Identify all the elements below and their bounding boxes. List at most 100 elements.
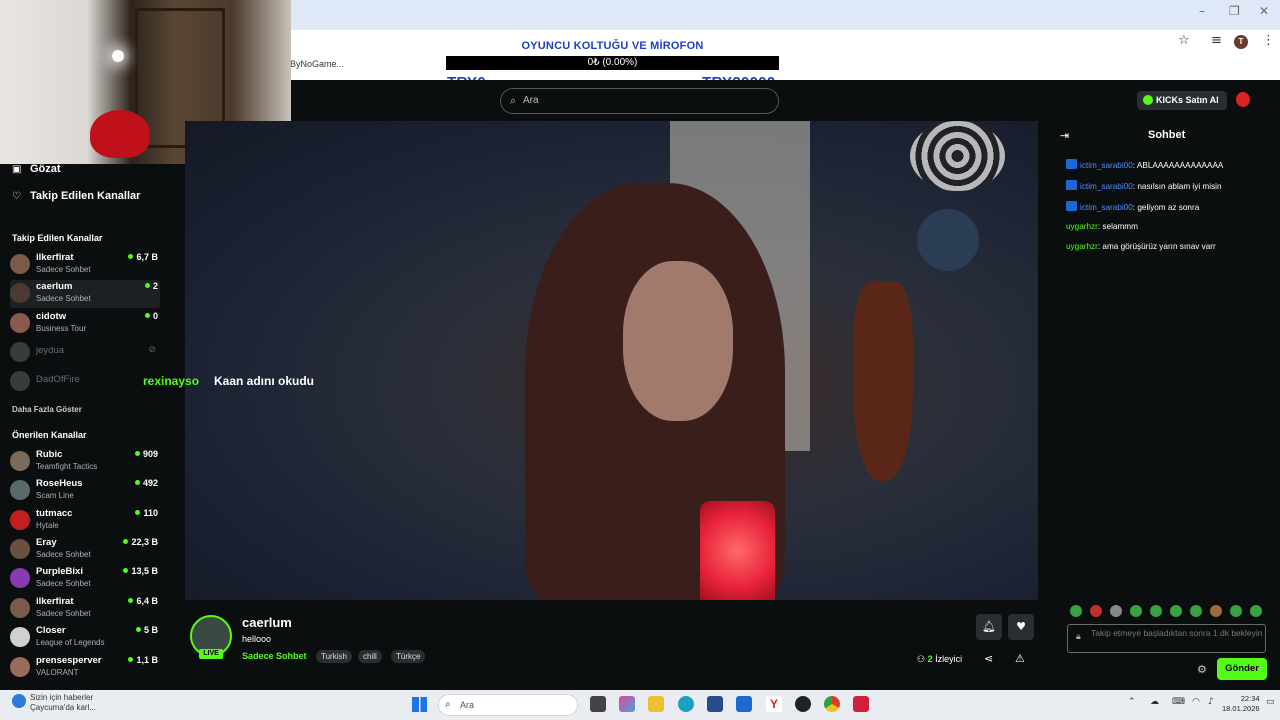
- volume-icon[interactable]: ♪: [1208, 697, 1214, 707]
- news-widget[interactable]: Sizin için haberler Çaycuma'da karl...: [30, 693, 96, 713]
- avatar: [10, 254, 30, 274]
- emote-icon[interactable]: [1190, 605, 1202, 617]
- tray-chevron-icon[interactable]: ⌃: [1128, 697, 1136, 707]
- viewer-count-display: ⚇ 2 İzleyici: [917, 654, 962, 665]
- avatar: [10, 371, 30, 391]
- emote-icon[interactable]: [1170, 605, 1182, 617]
- recommended-channel-ilkerfirat[interactable]: ilkerfirat Sadece Sohbet 6,4 B: [10, 595, 160, 623]
- stream-tag[interactable]: Türkçe: [391, 650, 426, 663]
- search-input[interactable]: ⌕ Ara: [500, 88, 779, 114]
- app-icon[interactable]: [795, 696, 811, 712]
- recommended-channel-eray[interactable]: Eray Sadece Sohbet 22,3 B: [10, 536, 160, 564]
- viewer-count: 110: [135, 508, 158, 518]
- live-badge: LIVE: [199, 649, 223, 659]
- outlook-icon[interactable]: [736, 696, 752, 712]
- emote-icon[interactable]: [1090, 605, 1102, 617]
- channel-name: RoseHeus: [36, 478, 83, 489]
- chat-username[interactable]: ictim_sarabi00: [1080, 203, 1133, 212]
- followed-channel-ilkerfirat[interactable]: ilkerfirat Sadece Sohbet 6,7 B: [10, 251, 160, 279]
- browser-profile-avatar[interactable]: T: [1234, 35, 1248, 49]
- video-wall-clock: [917, 209, 979, 271]
- chat-input[interactable]: 🔒︎ Takip etmeye başladıktan sonra 1 dk b…: [1067, 624, 1266, 653]
- edge-browser-icon[interactable]: [678, 696, 694, 712]
- weather-widget-icon[interactable]: [12, 694, 26, 708]
- chat-title: Sohbet: [1148, 129, 1186, 141]
- gear-icon[interactable]: ⚙: [1197, 663, 1207, 676]
- recommended-channel-tutmacc[interactable]: tutmacc Hytale 110: [10, 507, 160, 535]
- chat-text: nasılsın ablam iyi misin: [1137, 182, 1222, 191]
- emote-icon[interactable]: [1230, 605, 1242, 617]
- recommended-channel-roseheus[interactable]: RoseHeus Scam Line 492: [10, 477, 160, 505]
- recommended-channel-rubic[interactable]: Rubic Teamfight Tactics 909: [10, 448, 160, 476]
- recommended-channel-purplebixi[interactable]: PurpleBixi Sadece Sohbet 13,5 B: [10, 565, 160, 593]
- taskbar-search-placeholder: Ara: [460, 700, 475, 710]
- video-player[interactable]: [185, 121, 1038, 600]
- collapse-chat-icon[interactable]: ⇥: [1060, 129, 1069, 142]
- chat-message: uygarhzr: selammm: [1066, 222, 1138, 231]
- chat-username[interactable]: uygarhzr: [1066, 222, 1098, 231]
- star-icon[interactable]: ☆: [1178, 33, 1190, 48]
- minimize-window-button[interactable]: –: [1199, 4, 1205, 18]
- taskbar-search-input[interactable]: ⌕ Ara: [438, 694, 578, 716]
- followed-channel-cidotw[interactable]: cidotw Business Tour 0: [10, 310, 160, 338]
- emote-icon[interactable]: [1250, 605, 1262, 617]
- chrome-icon[interactable]: [824, 696, 840, 712]
- offline-icon: ⊘: [148, 345, 156, 355]
- follow-heart-button[interactable]: ♥: [1008, 614, 1034, 640]
- send-button[interactable]: Gönder: [1217, 658, 1267, 680]
- task-view-icon[interactable]: [590, 696, 606, 712]
- channel-category: Sadece Sohbet: [36, 579, 91, 588]
- app-icon[interactable]: [853, 696, 869, 712]
- emote-icon[interactable]: [1210, 605, 1222, 617]
- notifications-icon[interactable]: ▭: [1266, 697, 1275, 707]
- report-warning-icon[interactable]: ⚠: [1015, 652, 1025, 665]
- followed-channel-caerlum[interactable]: caerlum Sadece Sohbet 2: [10, 280, 160, 308]
- chat-username[interactable]: ictim_sarabi00: [1080, 161, 1133, 170]
- emote-icon[interactable]: [1110, 605, 1122, 617]
- browser-menu-icon[interactable]: ⋮: [1262, 33, 1275, 48]
- taskbar-clock[interactable]: 22:34 18.01.2026: [1222, 694, 1260, 714]
- nav-following[interactable]: ♡ Takip Edilen Kanallar: [12, 190, 140, 202]
- heart-icon: ♥: [1016, 620, 1026, 633]
- store-icon[interactable]: [707, 696, 723, 712]
- channel-category: Sadece Sohbet: [36, 265, 91, 274]
- media-controls-icon[interactable]: ≡: [1211, 33, 1222, 48]
- share-icon[interactable]: ⋖: [984, 652, 993, 665]
- recommended-channel-closer[interactable]: Closer League of Legends 5 B: [10, 624, 160, 652]
- chat-username[interactable]: ictim_sarabi00: [1080, 182, 1133, 191]
- emote-icon[interactable]: [1070, 605, 1082, 617]
- wifi-icon[interactable]: ◠: [1192, 697, 1200, 707]
- viewer-count: 0: [145, 311, 158, 321]
- nav-browse[interactable]: ▣ Gözat: [12, 163, 61, 175]
- file-explorer-icon[interactable]: [648, 696, 664, 712]
- stream-title: hellooo: [242, 634, 272, 644]
- kicks-buy-label: KICKs Satın Al: [1156, 95, 1219, 105]
- chat-message: uygarhzr: ama görüşürüz yarın sınav varr: [1066, 242, 1216, 251]
- close-window-button[interactable]: ✕: [1259, 4, 1269, 18]
- nav-browse-label: Gözat: [30, 163, 61, 175]
- streamer-name[interactable]: caerlum: [242, 615, 292, 630]
- language-icon[interactable]: ⌨: [1172, 697, 1185, 707]
- followed-channel-jeydua[interactable]: jeydua ⊘: [10, 339, 160, 367]
- channel-category: League of Legends: [36, 638, 105, 647]
- windows-start-icon[interactable]: [412, 697, 427, 712]
- emote-icon[interactable]: [1150, 605, 1162, 617]
- show-more-link[interactable]: Daha Fazla Göster: [12, 405, 82, 414]
- chat-username[interactable]: uygarhzr: [1066, 242, 1098, 251]
- copilot-icon[interactable]: [619, 696, 635, 712]
- yandex-icon[interactable]: Y: [766, 696, 782, 712]
- restore-window-button[interactable]: ❐: [1229, 4, 1240, 18]
- stream-tag[interactable]: Turkish: [316, 650, 352, 663]
- bookmark-bynogame[interactable]: ByNoGame...: [290, 59, 344, 69]
- user-avatar[interactable]: [1236, 92, 1250, 107]
- emote-icon[interactable]: [1130, 605, 1142, 617]
- recommended-channel-prensesperver[interactable]: prensesperver VALORANT 1,1 B: [10, 654, 160, 682]
- stream-category[interactable]: Sadece Sohbet: [242, 651, 307, 661]
- followed-channel-dadoffire[interactable]: DadOfFire: [10, 368, 160, 396]
- stream-tag[interactable]: chill: [358, 650, 382, 663]
- notification-bell-button[interactable]: 🔔︎: [976, 614, 1002, 640]
- channel-name: ilkerfirat: [36, 252, 74, 263]
- webcam-lamp: [112, 50, 124, 62]
- kicks-buy-button[interactable]: KICKs Satın Al: [1137, 91, 1227, 110]
- tray-app-icon[interactable]: ☁: [1150, 697, 1159, 707]
